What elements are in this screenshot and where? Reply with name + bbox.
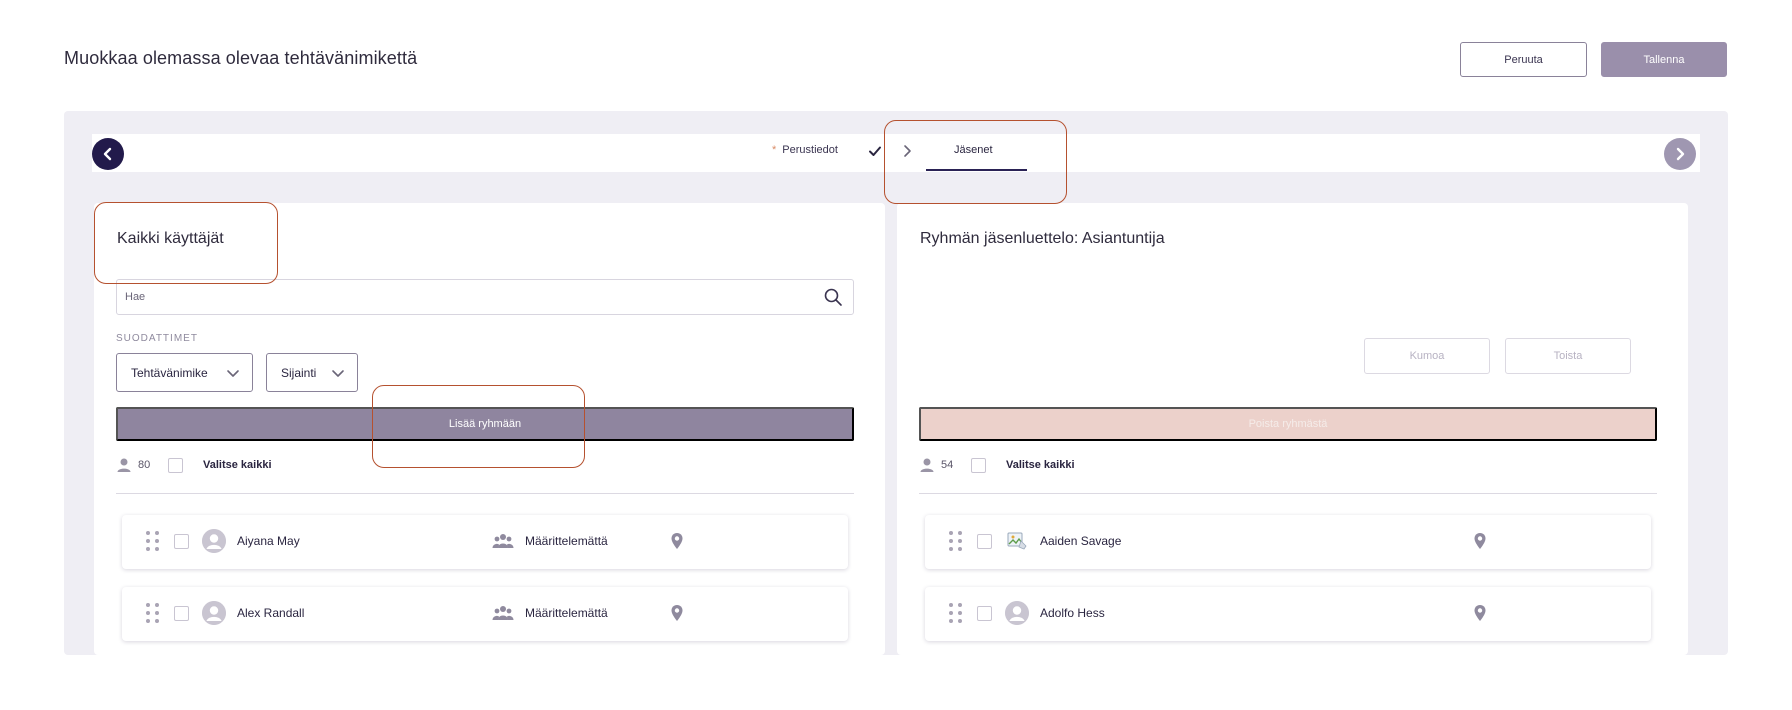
search-input[interactable] — [125, 288, 805, 306]
list-item[interactable]: Adolfo Hess — [925, 587, 1651, 641]
user-icon — [920, 458, 934, 472]
group-name: Määrittelemättä — [525, 606, 608, 620]
count-row: 54 Valitse kaikki — [919, 455, 1075, 475]
row-checkbox[interactable] — [174, 606, 189, 621]
filter-dropdown-label: Tehtävänimike — [131, 365, 208, 380]
page-title: Muokkaa olemassa olevaa tehtävänimikettä — [64, 48, 418, 68]
required-marker: * — [772, 144, 777, 156]
remove-from-group-button[interactable]: Poista ryhmästä — [919, 407, 1657, 441]
avatar — [1005, 601, 1029, 625]
chevron-right-icon — [1676, 147, 1685, 161]
broken-image-icon — [1007, 532, 1027, 550]
chevron-down-icon — [227, 370, 239, 377]
filter-dropdown-label: Sijainti — [281, 365, 317, 380]
row-checkbox[interactable] — [977, 606, 992, 621]
member-count: 54 — [941, 459, 954, 471]
step-basic-label: Perustiedot — [782, 144, 838, 156]
select-all-checkbox[interactable] — [168, 457, 183, 473]
chevron-down-icon — [332, 370, 344, 377]
avatar — [202, 529, 226, 553]
panel-title: Ryhmän jäsenluettelo: Asiantuntija — [920, 230, 1165, 247]
checkmark-icon — [869, 146, 881, 156]
row-checkbox[interactable] — [977, 534, 992, 549]
divider — [116, 493, 854, 494]
location-pin-icon — [671, 533, 683, 549]
drag-handle-icon[interactable] — [146, 603, 159, 623]
step-basic-info[interactable]: * Perustiedot — [772, 144, 838, 156]
chevron-left-icon — [103, 147, 112, 161]
user-icon — [117, 458, 131, 472]
search-icon[interactable] — [823, 287, 843, 307]
group-icon — [492, 606, 514, 620]
filters-label: SUODATTIMET — [116, 333, 198, 344]
group-icon — [492, 534, 514, 548]
select-all-label[interactable]: Valitse kaikki — [1006, 459, 1075, 471]
filter-dropdown-location[interactable]: Sijainti — [266, 353, 358, 392]
cancel-button[interactable]: Peruuta — [1460, 42, 1587, 77]
location-pin-icon — [671, 605, 683, 621]
select-all-checkbox[interactable] — [971, 457, 986, 473]
divider — [919, 493, 1657, 494]
row-checkbox[interactable] — [174, 534, 189, 549]
user-avatar-icon — [1005, 601, 1029, 625]
user-name: Alex Randall — [237, 606, 305, 620]
count-row: 80 Valitse kaikki — [116, 455, 272, 475]
search-box[interactable] — [116, 279, 854, 315]
filter-dropdown-title[interactable]: Tehtävänimike — [116, 353, 253, 392]
user-avatar-icon — [202, 601, 226, 625]
list-item[interactable]: Aiyana May Määrittelemättä — [122, 515, 848, 569]
next-step-button[interactable] — [1664, 138, 1696, 170]
user-avatar-icon — [202, 529, 226, 553]
avatar — [202, 601, 226, 625]
drag-handle-icon[interactable] — [949, 603, 962, 623]
highlight-box — [372, 385, 585, 468]
highlight-box — [94, 202, 278, 284]
group-members-panel: Ryhmän jäsenluettelo: Asiantuntija Kumoa… — [897, 203, 1688, 655]
highlight-box — [884, 120, 1067, 204]
user-count: 80 — [138, 459, 151, 471]
previous-step-button[interactable] — [92, 138, 124, 170]
user-name: Aiyana May — [237, 534, 300, 548]
select-all-label[interactable]: Valitse kaikki — [203, 459, 272, 471]
list-item[interactable]: Alex Randall Määrittelemättä — [122, 587, 848, 641]
location-pin-icon — [1474, 605, 1486, 621]
drag-handle-icon[interactable] — [146, 531, 159, 551]
group-name: Määrittelemättä — [525, 534, 608, 548]
list-item[interactable]: Aaiden Savage — [925, 515, 1651, 569]
undo-button[interactable]: Kumoa — [1364, 338, 1490, 374]
location-pin-icon — [1474, 533, 1486, 549]
redo-button[interactable]: Toista — [1505, 338, 1631, 374]
user-name: Adolfo Hess — [1040, 606, 1105, 620]
save-button[interactable]: Tallenna — [1601, 42, 1727, 77]
user-name: Aaiden Savage — [1040, 534, 1122, 548]
drag-handle-icon[interactable] — [949, 531, 962, 551]
